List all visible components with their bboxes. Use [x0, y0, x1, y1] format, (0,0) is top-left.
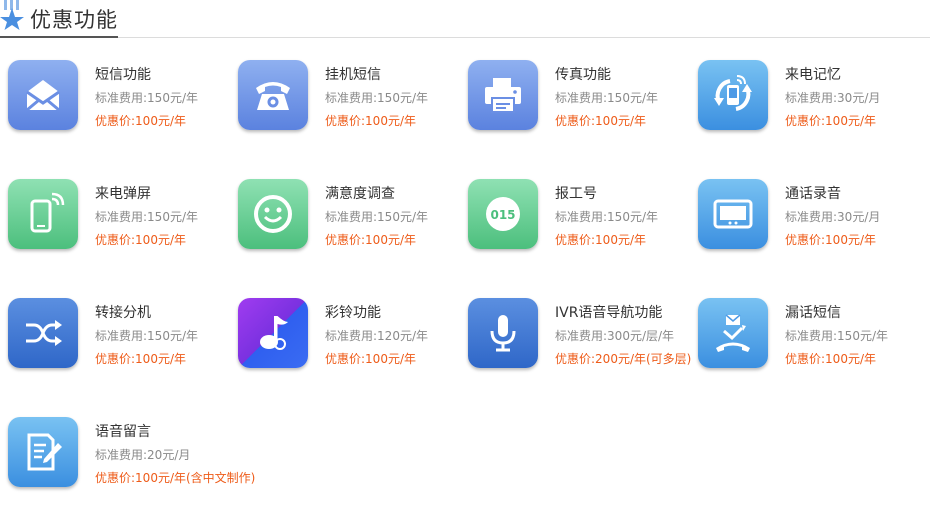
- feature-satisfaction-survey[interactable]: 满意度调查 标准费用:150元/年 优惠价:100元/年: [230, 179, 460, 269]
- feature-standard-price: 标准费用:150元/年: [325, 210, 428, 224]
- feature-name: 报工号: [555, 186, 597, 202]
- recorder-screen-icon: [713, 199, 753, 229]
- envelope-icon: [26, 80, 60, 112]
- microphone-icon: [490, 315, 516, 352]
- feature-promo-price: 优惠价:100元/年: [325, 233, 416, 247]
- feature-icon-tile[interactable]: [468, 298, 538, 368]
- feature-icon-tile[interactable]: [8, 417, 78, 487]
- feature-call-recording[interactable]: 通话录音 标准费用:30元/月 优惠价:100元/年: [690, 179, 920, 269]
- feature-icon-tile[interactable]: [698, 298, 768, 368]
- smiley-icon: [254, 195, 292, 233]
- feature-name: 挂机短信: [325, 67, 381, 83]
- feature-voice-message[interactable]: 语音留言 标准费用:20元/月 优惠价:100元/年(含中文制作): [0, 417, 255, 507]
- feature-icon-tile[interactable]: [468, 60, 538, 130]
- feature-icon-tile[interactable]: [8, 179, 78, 249]
- feature-name: 通话录音: [785, 186, 841, 202]
- feature-promo-price: 优惠价:200元/年(可多层): [555, 352, 692, 366]
- svg-text:015: 015: [490, 208, 515, 222]
- feature-standard-price: 标准费用:30元/月: [785, 210, 881, 224]
- feature-name: IVR语音导航功能: [555, 305, 663, 321]
- feature-standard-price: 标准费用:150元/年: [325, 91, 428, 105]
- shuffle-icon: [26, 320, 62, 346]
- header-divider: [118, 37, 930, 38]
- feature-ivr-navigation[interactable]: IVR语音导航功能 标准费用:300元/层/年 优惠价:200元/年(可多层): [460, 298, 692, 388]
- phone-refresh-icon: [714, 75, 752, 111]
- feature-hangup-sms[interactable]: 挂机短信 标准费用:150元/年 优惠价:100元/年: [230, 60, 460, 150]
- page-title: 优惠功能: [30, 8, 118, 32]
- printer-icon: [485, 78, 521, 113]
- feature-standard-price: 标准费用:20元/月: [95, 448, 191, 462]
- feature-icon-tile[interactable]: 015: [468, 179, 538, 249]
- feature-standard-price: 标准费用:150元/年: [785, 329, 888, 343]
- feature-missed-call-sms[interactable]: 漏话短信 标准费用:150元/年 优惠价:100元/年: [690, 298, 920, 388]
- header-underline: [0, 36, 118, 38]
- feature-standard-price: 标准费用:150元/年: [95, 91, 198, 105]
- feature-promo-price: 优惠价:100元/年: [95, 233, 186, 247]
- feature-standard-price: 标准费用:150元/年: [555, 91, 658, 105]
- feature-standard-price: 标准费用:150元/年: [555, 210, 658, 224]
- feature-transfer-extension[interactable]: 转接分机 标准费用:150元/年 优惠价:100元/年: [0, 298, 230, 388]
- feature-promo-price: 优惠价:100元/年: [325, 114, 416, 128]
- feature-promo-price: 优惠价:100元/年: [555, 233, 646, 247]
- feature-name: 转接分机: [95, 305, 151, 321]
- feature-icon-tile[interactable]: [698, 179, 768, 249]
- feature-promo-price: 优惠价:100元/年: [555, 114, 646, 128]
- feature-icon-tile[interactable]: [8, 60, 78, 130]
- feature-promo-price: 优惠价:100元/年: [95, 352, 186, 366]
- mobile-signal-icon: [30, 192, 65, 233]
- feature-name: 短信功能: [95, 67, 151, 83]
- feature-name: 传真功能: [555, 67, 611, 83]
- feature-icon-tile[interactable]: [238, 179, 308, 249]
- feature-caller-memory[interactable]: 来电记忆 标准费用:30元/月 优惠价:100元/年: [690, 60, 920, 150]
- feature-ringtone[interactable]: 彩铃功能 标准费用:120元/年 优惠价:100元/年: [230, 298, 460, 388]
- feature-promo-price: 优惠价:100元/年(含中文制作): [95, 471, 256, 485]
- note-edit-icon: [27, 433, 62, 471]
- feature-icon-tile[interactable]: [8, 298, 78, 368]
- section-header: 优惠功能: [0, 0, 930, 38]
- feature-name: 来电记忆: [785, 67, 841, 83]
- feature-standard-price: 标准费用:30元/月: [785, 91, 881, 105]
- feature-name: 来电弹屏: [95, 186, 151, 202]
- feature-standard-price: 标准费用:120元/年: [325, 329, 428, 343]
- feature-name: 漏话短信: [785, 305, 841, 321]
- feature-name: 语音留言: [95, 424, 151, 440]
- feature-standard-price: 标准费用:150元/年: [95, 329, 198, 343]
- telephone-icon: [256, 82, 290, 110]
- feature-promo-price: 优惠价:100元/年: [785, 233, 876, 247]
- missed-call-icon: [716, 314, 750, 352]
- feature-promo-price: 优惠价:100元/年: [95, 114, 186, 128]
- feature-promo-price: 优惠价:100元/年: [785, 114, 876, 128]
- feature-report-job-number[interactable]: 015 报工号 标准费用:150元/年 优惠价:100元/年: [460, 179, 690, 269]
- feature-screen-popup[interactable]: 来电弹屏 标准费用:150元/年 优惠价:100元/年: [0, 179, 230, 269]
- music-note-icon: [260, 316, 288, 350]
- feature-icon-tile[interactable]: [238, 60, 308, 130]
- feature-standard-price: 标准费用:150元/年: [95, 210, 198, 224]
- feature-standard-price: 标准费用:300元/层/年: [555, 329, 675, 343]
- feature-fax[interactable]: 传真功能 标准费用:150元/年 优惠价:100元/年: [460, 60, 690, 150]
- feature-promo-price: 优惠价:100元/年: [785, 352, 876, 366]
- feature-icon-tile[interactable]: [698, 60, 768, 130]
- feature-name: 彩铃功能: [325, 305, 381, 321]
- star-ribbon-icon: [0, 0, 24, 30]
- feature-name: 满意度调查: [325, 186, 395, 202]
- feature-icon-tile[interactable]: [238, 298, 308, 368]
- feature-promo-price: 优惠价:100元/年: [325, 352, 416, 366]
- feature-sms[interactable]: 短信功能 标准费用:150元/年 优惠价:100元/年: [0, 60, 230, 150]
- number-badge-icon: 015: [486, 197, 520, 231]
